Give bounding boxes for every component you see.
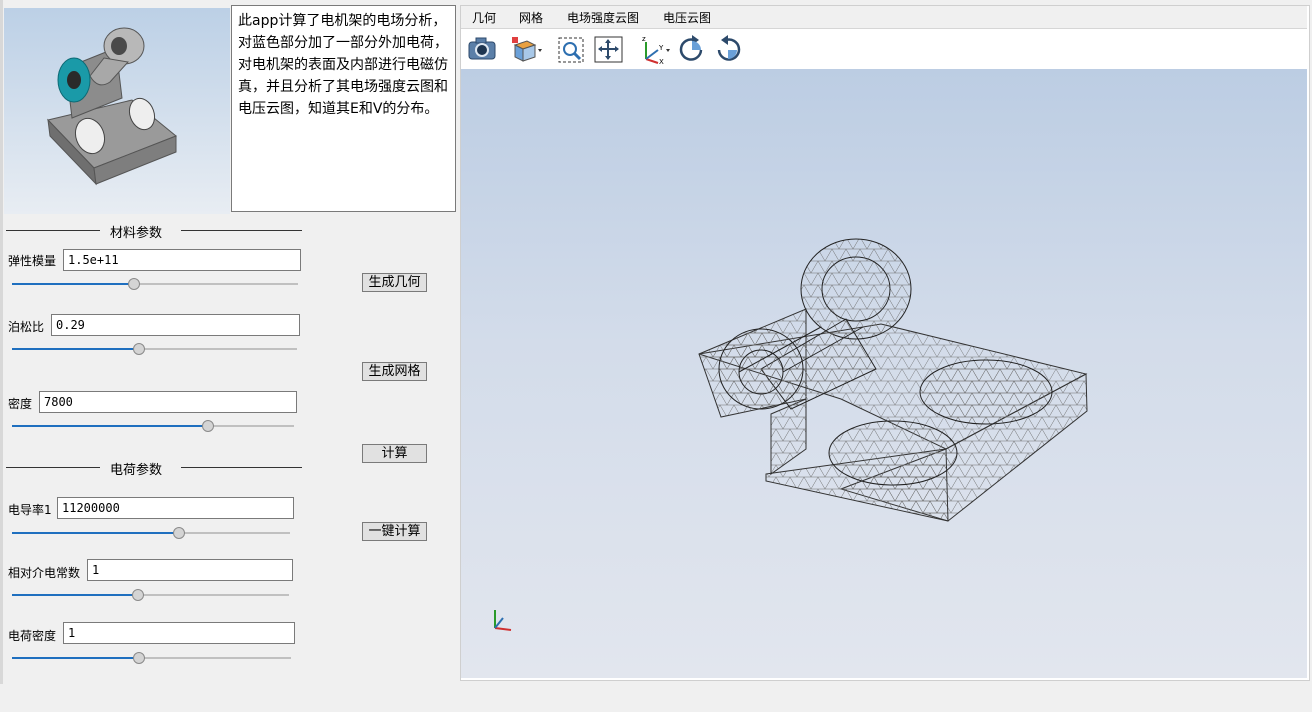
charge-group-title-row: 电荷参数 xyxy=(0,459,305,478)
tab-geometry[interactable]: 几何 xyxy=(472,9,496,26)
elastic-modulus-slider[interactable] xyxy=(12,278,298,290)
tab-voltage-contour[interactable]: 电压云图 xyxy=(663,9,711,26)
tab-mesh[interactable]: 网格 xyxy=(519,9,543,26)
slider-knob[interactable] xyxy=(202,420,214,432)
rotate-cw-icon[interactable] xyxy=(677,33,707,65)
material-group-title-row: 材料参数 xyxy=(0,222,305,241)
density-input[interactable]: 7800 xyxy=(39,391,297,413)
charge-density-input[interactable]: 1 xyxy=(63,622,295,644)
one-click-compute-button[interactable]: 一键计算 xyxy=(362,522,427,541)
generate-mesh-button[interactable]: 生成网格 xyxy=(362,362,427,381)
3d-viewport[interactable] xyxy=(461,69,1307,678)
elastic-modulus-input[interactable]: 1.5e+11 xyxy=(63,249,301,271)
svg-text:Y: Y xyxy=(658,44,664,52)
slider-fill xyxy=(12,657,138,659)
slider-knob[interactable] xyxy=(128,278,140,290)
slider-fill xyxy=(12,532,178,534)
view-cube-icon[interactable] xyxy=(509,33,542,65)
app-description: 此app计算了电机架的电场分析，对蓝色部分加了一部分外加电荷，对电机架的表面及内… xyxy=(231,5,456,212)
svg-text:z: z xyxy=(642,35,646,43)
conductivity-slider[interactable] xyxy=(12,527,290,539)
view-tabs: 几何 网格 电场强度云图 电压云图 xyxy=(461,6,1307,29)
density-slider[interactable] xyxy=(12,420,294,432)
param-label-conductivity: 电导率1 xyxy=(8,503,52,517)
relative-permittivity-input[interactable]: 1 xyxy=(87,559,293,581)
slider-fill xyxy=(12,348,138,350)
tab-efield-contour[interactable]: 电场强度云图 xyxy=(567,9,639,26)
charge-density-slider[interactable] xyxy=(12,652,291,664)
relative-permittivity-slider[interactable] xyxy=(12,589,289,601)
mesh-wireframe xyxy=(698,238,1088,522)
rotate-ccw-icon[interactable] xyxy=(713,33,743,65)
fit-view-icon[interactable] xyxy=(593,33,623,65)
material-group-title: 材料参数 xyxy=(110,226,163,241)
param-label-charge-density: 电荷密度 xyxy=(8,629,57,643)
viewer-toolbar: z YX xyxy=(461,29,1307,69)
compute-button[interactable]: 计算 xyxy=(362,444,427,463)
param-label-relative-permittivity: 相对介电常数 xyxy=(8,566,81,580)
status-bar xyxy=(0,684,1312,712)
conductivity-input[interactable]: 11200000 xyxy=(57,497,294,519)
zoom-box-icon[interactable] xyxy=(557,33,587,65)
poisson-ratio-slider[interactable] xyxy=(12,343,297,355)
slider-knob[interactable] xyxy=(173,527,185,539)
divider xyxy=(181,230,302,231)
axis-triad-icon xyxy=(494,610,512,631)
divider xyxy=(6,230,100,231)
param-label-density: 密度 xyxy=(8,397,33,411)
divider xyxy=(6,467,100,468)
svg-text:X: X xyxy=(659,58,664,65)
camera-icon[interactable] xyxy=(467,33,497,65)
param-label-poisson-ratio: 泊松比 xyxy=(8,320,45,334)
slider-knob[interactable] xyxy=(132,589,144,601)
slider-fill xyxy=(12,594,137,596)
generate-geometry-button[interactable]: 生成几何 xyxy=(362,273,427,292)
param-label-elastic-modulus: 弹性模量 xyxy=(8,254,57,268)
axes-orientation-icon[interactable]: z YX xyxy=(638,33,670,66)
poisson-ratio-input[interactable]: 0.29 xyxy=(51,314,300,336)
slider-knob[interactable] xyxy=(133,652,145,664)
window-edge xyxy=(0,0,3,712)
slider-fill xyxy=(12,283,133,285)
slider-fill xyxy=(12,425,207,427)
divider xyxy=(181,467,302,468)
charge-group-title: 电荷参数 xyxy=(110,463,163,478)
slider-knob[interactable] xyxy=(133,343,145,355)
model-thumbnail xyxy=(4,8,230,214)
